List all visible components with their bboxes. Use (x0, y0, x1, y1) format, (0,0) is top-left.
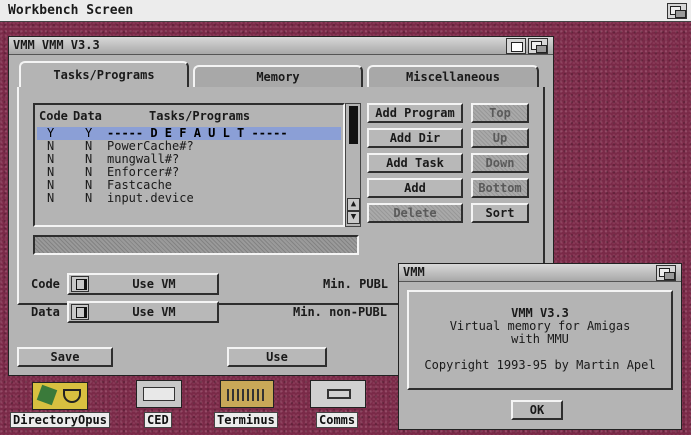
zoom-icon[interactable] (506, 38, 526, 54)
desktop-icon-directoryopus[interactable]: DirectoryOpus (10, 380, 110, 430)
save-button[interactable]: Save (17, 347, 113, 367)
task-listview[interactable]: Code Data Tasks/Programs Y Y ----- D E F… (33, 103, 345, 227)
about-tagline-2: with MMU (511, 332, 569, 346)
tab-tasks-programs-label: Tasks/Programs (53, 68, 155, 82)
down-button[interactable]: Down (471, 153, 529, 173)
list-item-data: N (85, 191, 93, 205)
scroll-down-arrow-icon[interactable]: ▼ (347, 211, 360, 224)
add-button[interactable]: Add (367, 178, 463, 198)
desktop-icon-ced[interactable]: CED (130, 380, 190, 430)
bottom-button[interactable]: Bottom (471, 178, 529, 198)
about-product: VMM V3.3 (511, 306, 569, 320)
desktop-icon-comms[interactable]: Comms (304, 380, 378, 430)
screen-title: Workbench Screen (8, 3, 134, 18)
ok-button[interactable]: OK (511, 400, 563, 420)
data-cycle-value: Use VM (132, 305, 176, 319)
list-item[interactable]: N N input.device (37, 192, 341, 205)
cycle-icon (71, 304, 89, 320)
code-row-label: Code (31, 277, 60, 291)
code-cycle-value: Use VM (132, 277, 176, 291)
cycle-icon (71, 276, 89, 292)
directoryopus-icon (32, 382, 88, 410)
list-item-code: N (47, 191, 55, 205)
scroll-knob[interactable] (349, 106, 358, 144)
about-window-title: VMM (403, 265, 425, 279)
list-item[interactable]: N N Enforcer#? (37, 166, 341, 179)
screen-depth-icon[interactable] (667, 3, 687, 19)
desktop-icon-terminus[interactable]: Terminus (212, 380, 286, 430)
tab-tasks-programs[interactable]: Tasks/Programs (19, 61, 189, 87)
comms-icon (310, 380, 366, 408)
terminus-label: Terminus (214, 412, 278, 428)
data-row-label: Data (31, 305, 60, 319)
tab-miscellaneous-label: Miscellaneous (406, 70, 500, 84)
tab-memory[interactable]: Memory (193, 65, 363, 87)
comms-label: Comms (316, 412, 359, 428)
add-dir-button[interactable]: Add Dir (367, 128, 463, 148)
list-header-code: Code (39, 109, 68, 123)
add-program-button[interactable]: Add Program (367, 103, 463, 123)
about-window: VMM VMM V3.3 Virtual memory for Amigas w… (398, 263, 682, 430)
code-min-label: Min. PUBL (323, 277, 389, 291)
ced-label: CED (144, 412, 172, 428)
about-title-bar[interactable]: VMM (399, 264, 681, 282)
about-depth-icon[interactable] (656, 265, 676, 281)
tab-memory-label: Memory (256, 70, 300, 84)
up-button[interactable]: Up (471, 128, 529, 148)
window-depth-icon[interactable] (528, 38, 548, 54)
vmm-window-title: VMM VMM V3.3 (13, 38, 100, 52)
about-copyright: Copyright 1993-95 by Martin Apel (424, 358, 656, 372)
list-item[interactable]: N N mungwall#? (37, 153, 341, 166)
list-item-name: input.device (107, 191, 194, 205)
list-scrollbar[interactable]: ▲ ▼ (345, 103, 361, 227)
about-message-box: VMM V3.3 Virtual memory for Amigas with … (407, 290, 673, 390)
use-button[interactable]: Use (227, 347, 327, 367)
about-tagline: Virtual memory for Amigas (449, 319, 631, 333)
code-cycle-gadget[interactable]: Use VM (67, 273, 219, 295)
list-header-data: Data (73, 109, 102, 123)
scroll-up-arrow-icon[interactable]: ▲ (347, 198, 360, 211)
list-item[interactable]: N N PowerCache#? (37, 140, 341, 153)
add-task-button[interactable]: Add Task (367, 153, 463, 173)
tab-miscellaneous[interactable]: Miscellaneous (367, 65, 539, 87)
directoryopus-label: DirectoryOpus (10, 412, 110, 428)
vmm-title-bar[interactable]: VMM VMM V3.3 (9, 37, 553, 55)
delete-button[interactable]: Delete (367, 203, 463, 223)
data-min-label: Min. non-PUBL (293, 305, 387, 319)
top-button[interactable]: Top (471, 103, 529, 123)
terminus-icon (220, 380, 274, 408)
list-header-tasks: Tasks/Programs (149, 109, 251, 123)
sort-button[interactable]: Sort (471, 203, 529, 223)
screen-title-bar[interactable]: Workbench Screen (0, 0, 691, 22)
ced-icon (136, 380, 182, 408)
program-name-field (33, 235, 359, 255)
data-cycle-gadget[interactable]: Use VM (67, 301, 219, 323)
